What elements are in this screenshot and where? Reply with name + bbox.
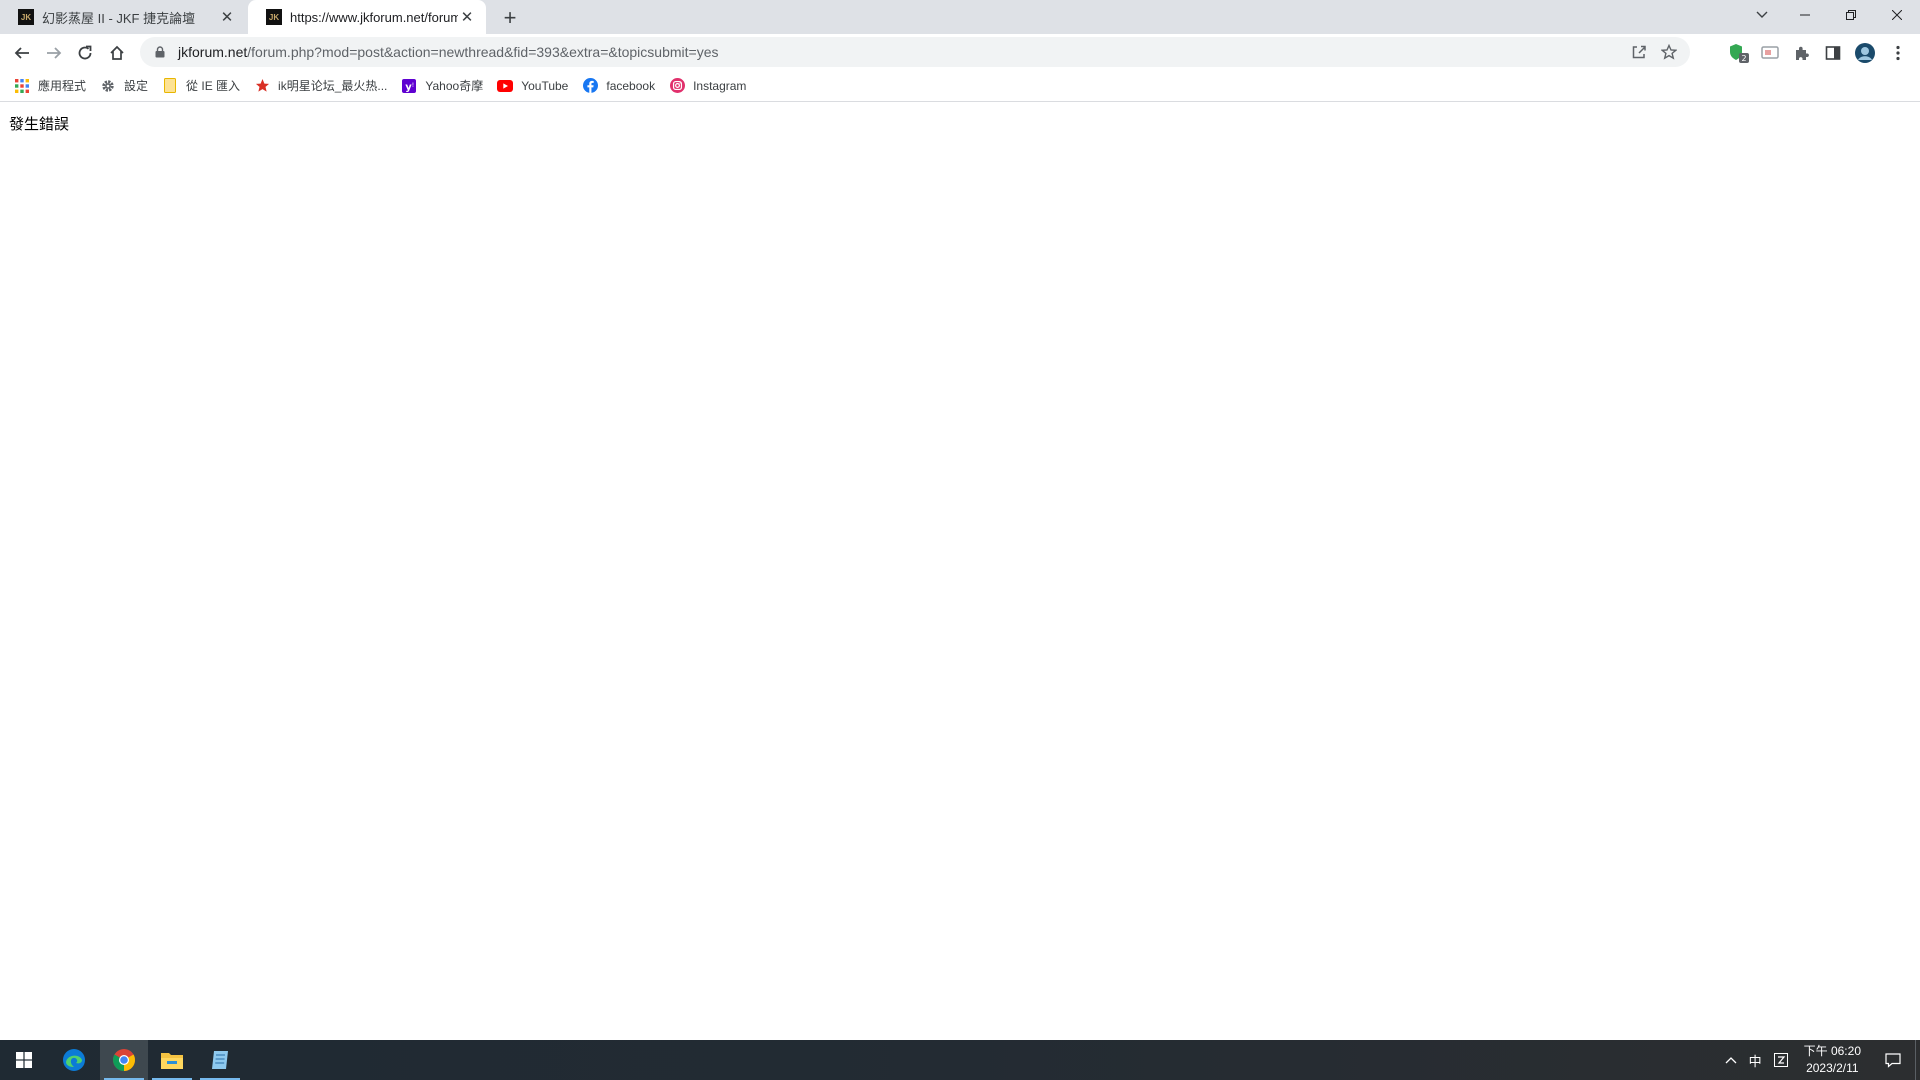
reload-icon[interactable]: [71, 39, 99, 67]
bookmark-yahoo[interactable]: y! Yahoo奇摩: [399, 72, 491, 100]
close-tab-icon[interactable]: ✕: [218, 8, 236, 26]
show-hidden-icons-chevron-icon[interactable]: [1719, 1040, 1743, 1080]
clock-time: 下午 06:20: [1803, 1044, 1861, 1058]
share-icon[interactable]: [1624, 37, 1654, 67]
bookmark-label: 從 IE 匯入: [186, 79, 241, 93]
gear-icon: [100, 78, 116, 94]
star-icon: [254, 78, 270, 94]
tab-strip: JK 幻影蒸屋 II - JKF 捷克論壇 ✕ JK https://www.j…: [0, 0, 1920, 34]
cast-extension-icon[interactable]: [1756, 39, 1784, 67]
jkf-favicon-icon: JK: [18, 9, 34, 25]
browser-toolbar: jkforum.net/forum.php?mod=post&action=ne…: [0, 34, 1920, 70]
svg-text:!: !: [412, 82, 414, 89]
bookmark-label: Instagram: [693, 78, 747, 93]
bookmark-star-icon[interactable]: [1654, 37, 1684, 67]
bookmark-label: 設定: [124, 79, 149, 93]
bookmark-label: ik明星论坛_最火热...: [278, 79, 388, 93]
url-path: /forum.php?mod=post&action=newthread&fid…: [247, 44, 719, 60]
forward-arrow-icon[interactable]: [40, 39, 68, 67]
folder-icon: [162, 78, 178, 94]
instagram-icon: [669, 78, 685, 94]
apps-grid-icon: [14, 78, 30, 94]
bookmarks-bar: 應用程式 設定 從 IE 匯入 ik明星论坛_最火热... y! Yahoo奇摩…: [0, 70, 1920, 102]
jkf-favicon-icon: JK: [266, 9, 282, 25]
profile-avatar-icon[interactable]: [1851, 39, 1879, 67]
bookmark-facebook[interactable]: facebook: [580, 72, 663, 100]
bookmark-label: YouTube: [521, 78, 569, 93]
bookmark-label: facebook: [606, 78, 656, 93]
bookmark-apps[interactable]: 應用程式: [12, 72, 94, 100]
close-tab-icon[interactable]: ✕: [458, 8, 476, 26]
bookmark-label: Yahoo奇摩: [425, 79, 484, 93]
ime-indicator[interactable]: 中: [1743, 1040, 1768, 1080]
chrome-menu-icon[interactable]: [1884, 39, 1912, 67]
yahoo-icon: y!: [401, 78, 417, 94]
bookmark-ie-import-folder[interactable]: 從 IE 匯入: [160, 72, 248, 100]
bookmark-ik-forum[interactable]: ik明星论坛_最火热...: [252, 72, 395, 100]
taskbar-clock[interactable]: 下午 06:20 2023/2/11: [1794, 1043, 1871, 1077]
window-controls: [1742, 0, 1920, 30]
windows-start-icon[interactable]: [0, 1040, 48, 1080]
minimize-button[interactable]: [1782, 0, 1828, 30]
file-explorer-icon[interactable]: [148, 1040, 196, 1080]
lock-icon[interactable]: [152, 44, 168, 60]
new-tab-button[interactable]: +: [498, 6, 522, 30]
notepad-app-icon[interactable]: [196, 1040, 244, 1080]
home-icon[interactable]: [103, 39, 131, 67]
puzzle-extensions-icon[interactable]: [1788, 39, 1816, 67]
url-text[interactable]: jkforum.net/forum.php?mod=post&action=ne…: [178, 44, 719, 60]
close-window-button[interactable]: [1874, 0, 1920, 30]
url-host: jkforum.net: [178, 44, 248, 60]
side-panel-icon[interactable]: [1819, 39, 1847, 67]
input-method-icon[interactable]: [1768, 1040, 1794, 1080]
page-content: 發生錯誤: [0, 103, 1920, 1040]
tab-search-chevron-icon[interactable]: [1742, 0, 1782, 30]
edge-browser-icon[interactable]: [50, 1040, 98, 1080]
bookmark-settings[interactable]: 設定: [98, 72, 156, 100]
system-tray: 中 下午 06:20 2023/2/11: [1719, 1040, 1920, 1080]
chrome-browser-icon[interactable]: [100, 1040, 148, 1080]
shield-extension-icon[interactable]: 2: [1725, 39, 1753, 67]
tab-jkforum-post[interactable]: JK https://www.jkforum.net/forum ✕: [248, 0, 486, 34]
clock-date: 2023/2/11: [1806, 1061, 1859, 1075]
bookmark-youtube[interactable]: YouTube: [495, 72, 576, 100]
extension-badge-count: 2: [1741, 54, 1746, 63]
error-message: 發生錯誤: [9, 116, 70, 133]
omnibox-actions: [1624, 37, 1684, 67]
restore-button[interactable]: [1828, 0, 1874, 30]
address-bar[interactable]: jkforum.net/forum.php?mod=post&action=ne…: [140, 37, 1690, 67]
tab-title: 幻影蒸屋 II - JKF 捷克論壇: [42, 10, 196, 26]
youtube-icon: [497, 78, 514, 94]
show-desktop-button[interactable]: [1915, 1040, 1920, 1080]
tab-title: https://www.jkforum.net/forum: [290, 9, 458, 25]
windows-taskbar: 中 下午 06:20 2023/2/11: [0, 1040, 1920, 1080]
back-arrow-icon[interactable]: [8, 39, 36, 67]
tab-jkf-forum[interactable]: JK 幻影蒸屋 II - JKF 捷克論壇 ✕: [0, 0, 246, 34]
bookmark-label: 應用程式: [38, 79, 87, 93]
facebook-icon: [582, 78, 598, 94]
bookmark-instagram[interactable]: Instagram: [667, 72, 754, 100]
action-center-notification-icon[interactable]: [1871, 1040, 1915, 1080]
